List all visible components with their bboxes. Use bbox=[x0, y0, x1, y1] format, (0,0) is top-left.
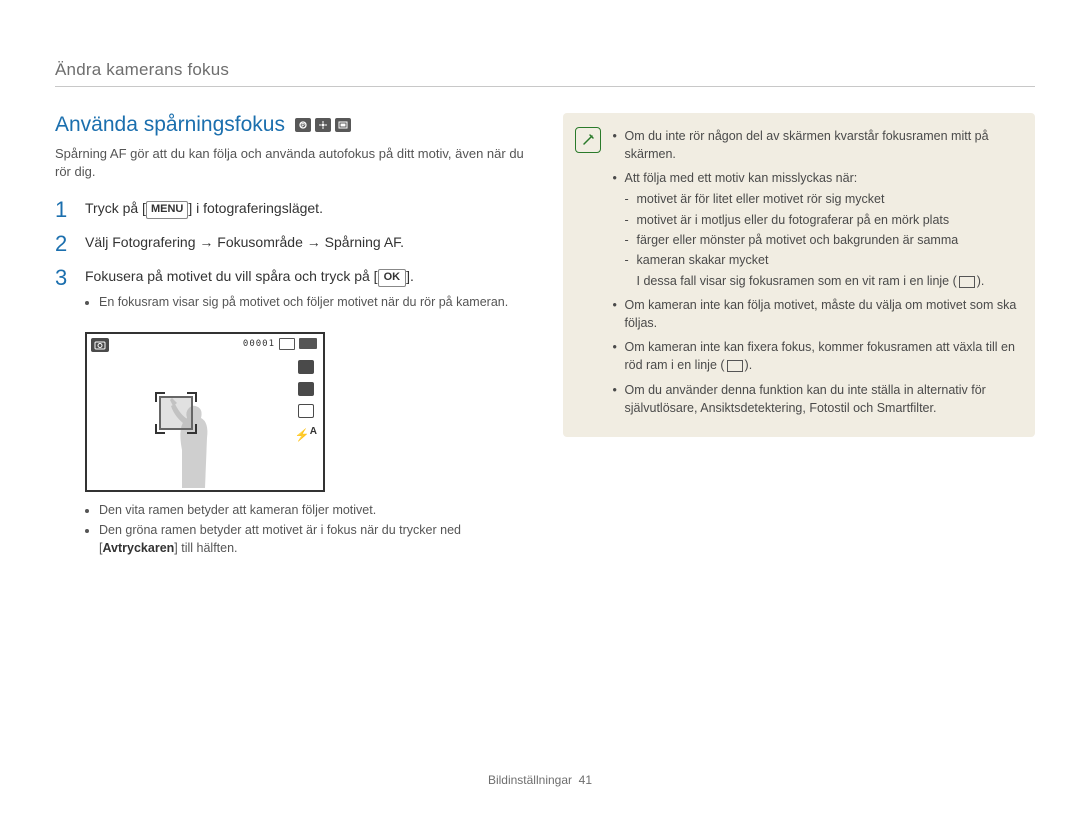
step-number: 2 bbox=[55, 232, 73, 256]
step-number: 3 bbox=[55, 266, 73, 321]
bullet: Den vita ramen betyder att kameran följe… bbox=[99, 502, 528, 520]
section-heading: Använda spårningsfokus P bbox=[55, 113, 528, 137]
camera-right-icons: ⚡A bbox=[295, 360, 317, 442]
camera-mode-icon bbox=[91, 338, 109, 352]
p-mode-icon: P bbox=[295, 118, 311, 132]
right-column: Om du inte rör någon del av skärmen kvar… bbox=[563, 113, 1036, 567]
mode-icon-group: P bbox=[295, 118, 351, 132]
note-item: Om du inte rör någon del av skärmen kvar… bbox=[613, 127, 1020, 163]
left-column: Använda spårningsfokus P Spårning AF gör… bbox=[55, 113, 528, 567]
footer-section: Bildinställningar bbox=[488, 773, 572, 787]
note-subitem: motivet är för litet eller motivet rör s… bbox=[625, 190, 1020, 208]
note-box: Om du inte rör någon del av skärmen kvar… bbox=[563, 113, 1036, 437]
sub-bullet: En fokusram visar sig på motivet och föl… bbox=[99, 294, 508, 312]
ok-button-label: OK bbox=[378, 269, 407, 287]
page-footer: Bildinställningar 41 bbox=[0, 773, 1080, 787]
white-frame-icon bbox=[959, 276, 975, 288]
flash-icon: ⚡A bbox=[295, 426, 317, 442]
card-icon bbox=[279, 338, 295, 350]
step-1: 1 Tryck på [MENU] i fotograferingsläget. bbox=[55, 198, 528, 222]
note-item: Att följa med ett motiv kan misslyckas n… bbox=[613, 169, 1020, 290]
quality-icon bbox=[298, 382, 314, 396]
step-3: 3 Fokusera på motivet du vill spåra och … bbox=[55, 266, 528, 321]
note-subitem: kameran skakar mycket bbox=[625, 251, 1020, 269]
section-heading-text: Använda spårningsfokus bbox=[55, 113, 285, 137]
document-page: Ändra kamerans fokus Använda spårningsfo… bbox=[0, 0, 1080, 815]
header-divider bbox=[55, 86, 1035, 87]
dual-is-icon bbox=[315, 118, 331, 132]
post-image-bullets: Den vita ramen betyder att kameran följe… bbox=[85, 502, 528, 558]
footer-page-number: 41 bbox=[579, 773, 592, 787]
bullet: Den gröna ramen betyder att motivet är i… bbox=[99, 522, 528, 557]
two-column-layout: Använda spårningsfokus P Spårning AF gör… bbox=[55, 113, 1035, 567]
step-text: Välj Fotografering → Fokusområde → Spårn… bbox=[85, 232, 404, 256]
shot-counter: 00001 bbox=[243, 339, 275, 349]
red-frame-icon bbox=[727, 360, 743, 372]
camera-top-status: 00001 bbox=[243, 338, 317, 350]
size-icon bbox=[298, 360, 314, 374]
step-number: 1 bbox=[55, 198, 73, 222]
battery-icon bbox=[299, 338, 317, 349]
focus-frame bbox=[159, 396, 193, 430]
step-sub-bullets: En fokusram visar sig på motivet och föl… bbox=[85, 294, 508, 312]
metering-icon bbox=[298, 404, 314, 418]
note-item: Om kameran inte kan fixera fokus, kommer… bbox=[613, 338, 1020, 374]
note-icon bbox=[575, 127, 601, 153]
menu-button-label: MENU bbox=[146, 201, 188, 219]
note-list: Om du inte rör någon del av skärmen kvar… bbox=[613, 127, 1020, 417]
note-item: Om du använder denna funktion kan du int… bbox=[613, 381, 1020, 417]
note-sublist: motivet är för litet eller motivet rör s… bbox=[625, 190, 1020, 269]
scene-icon bbox=[335, 118, 351, 132]
note-after-line: I dessa fall visar sig fokusramen som en… bbox=[625, 272, 1020, 290]
note-item: Om kameran inte kan följa motivet, måste… bbox=[613, 296, 1020, 332]
note-subitem: färger eller mönster på motivet och bakg… bbox=[625, 231, 1020, 249]
shutter-label: Avtryckaren bbox=[102, 541, 174, 555]
breadcrumb: Ändra kamerans fokus bbox=[55, 60, 1035, 80]
note-subitem: motivet är i motljus eller du fotografer… bbox=[625, 211, 1020, 229]
step-2: 2 Välj Fotografering → Fokusområde → Spå… bbox=[55, 232, 528, 256]
step-text: Fokusera på motivet du vill spåra och tr… bbox=[85, 266, 508, 321]
step-text: Tryck på [MENU] i fotograferingsläget. bbox=[85, 198, 323, 222]
camera-screen-illustration: 00001 ⚡A bbox=[85, 332, 325, 492]
intro-paragraph: Spårning AF gör att du kan följa och anv… bbox=[55, 145, 528, 180]
